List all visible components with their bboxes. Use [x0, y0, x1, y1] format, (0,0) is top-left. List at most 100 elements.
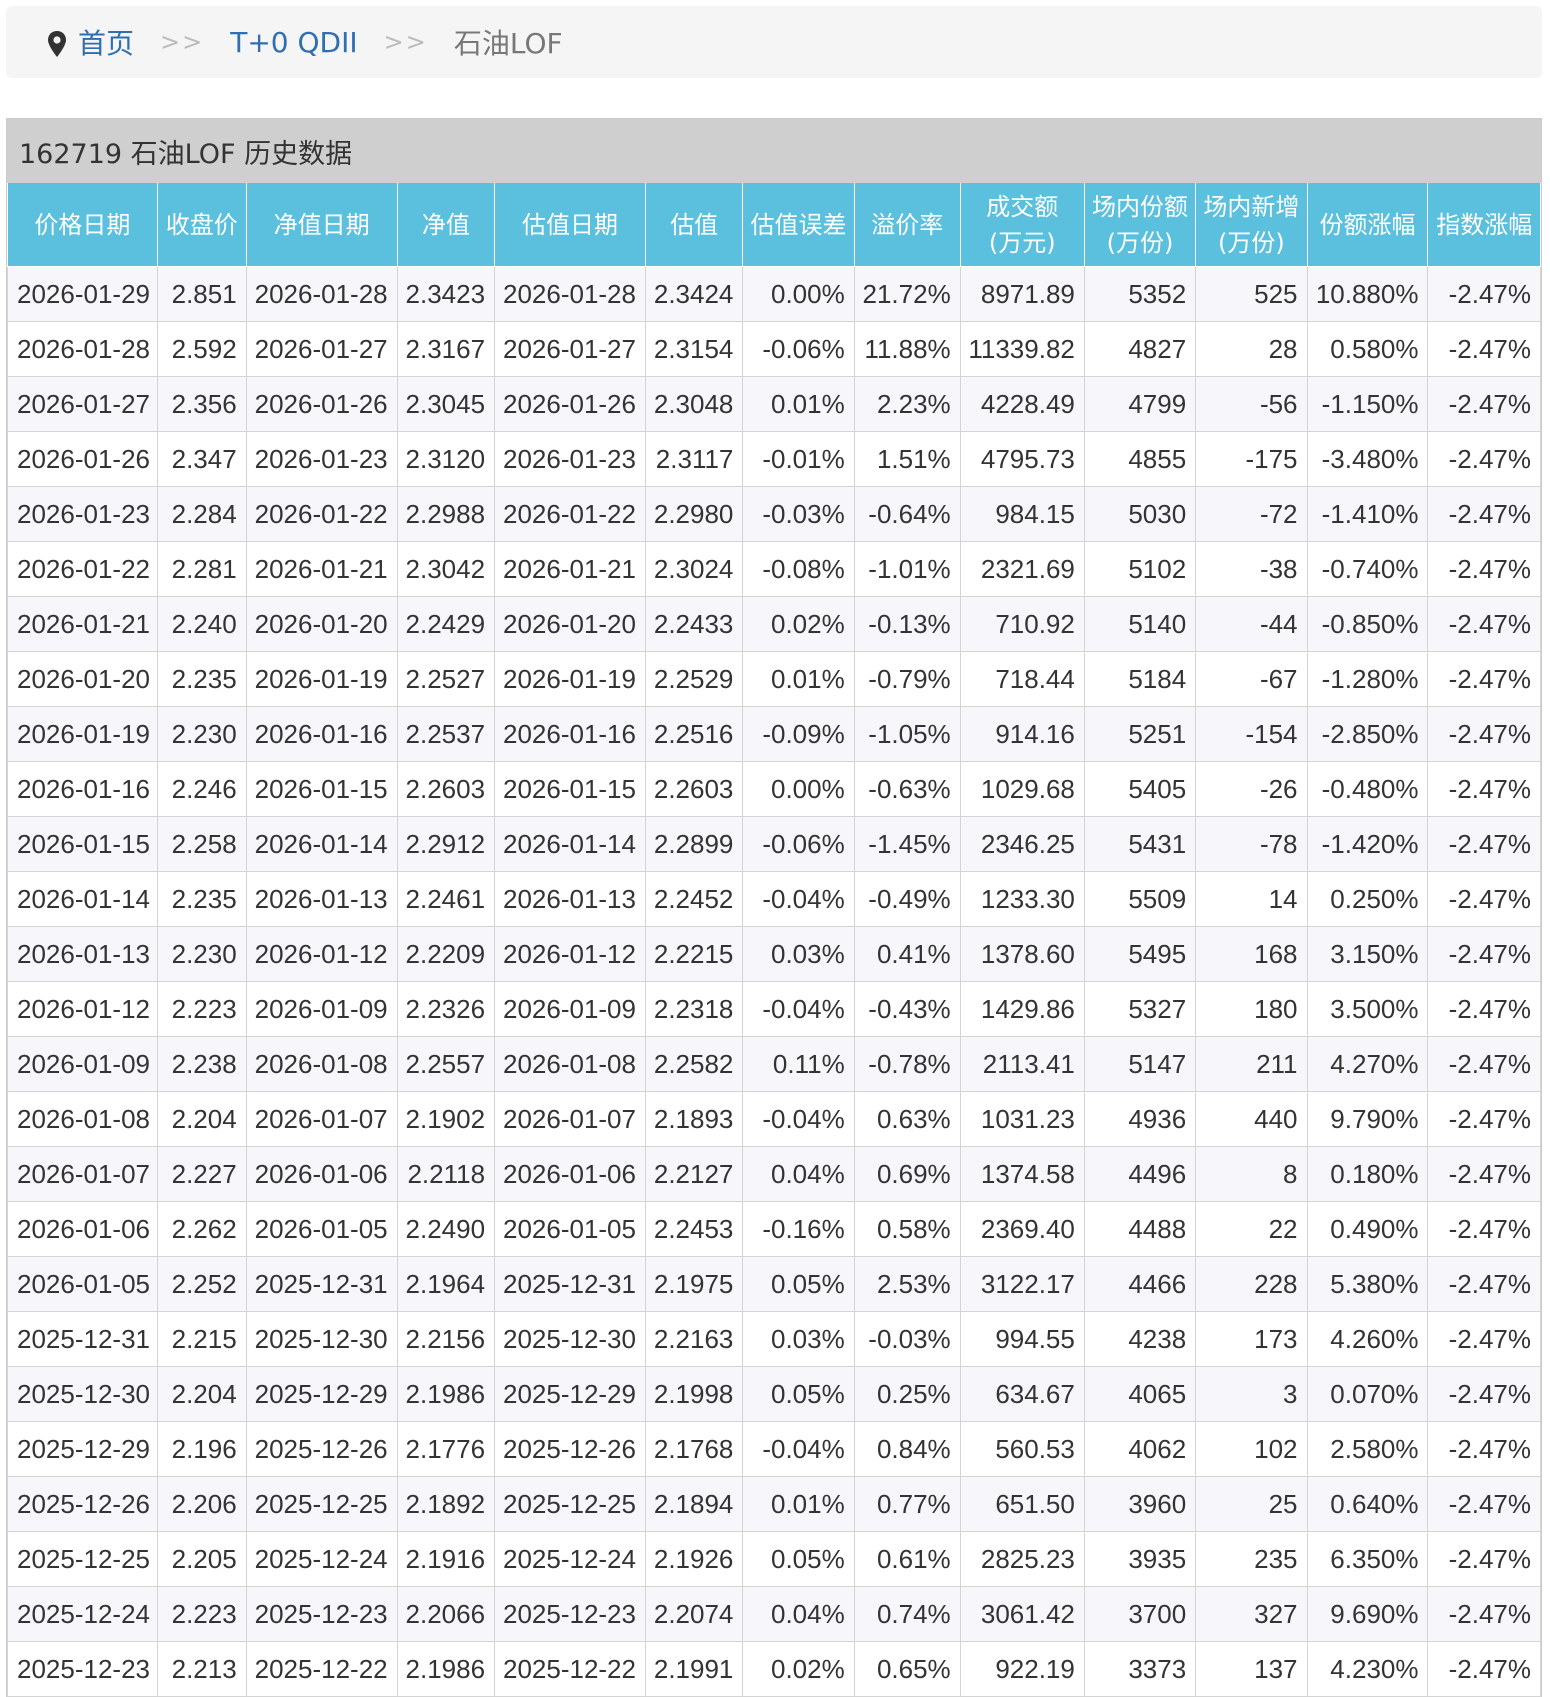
table-cell: 173	[1195, 1311, 1308, 1367]
table-cell: 2026-01-07	[7, 1146, 158, 1202]
table-cell: 0.490%	[1306, 1201, 1429, 1257]
table-cell: 5509	[1083, 871, 1197, 927]
table-cell: 2.204	[156, 1091, 247, 1147]
table-row: 2026-01-26 2.347 2026-01-23 2.3120 2026-01-2…	[7, 431, 1541, 487]
table-cell: 2.1776	[396, 1421, 496, 1477]
table-cell: 2026-01-13	[494, 871, 646, 927]
table-cell: -0.13%	[853, 596, 961, 652]
column-header: 份额涨幅	[1306, 183, 1429, 267]
table-cell: 0.02%	[742, 596, 855, 652]
table-row: 2026-01-05 2.252 2025-12-31 2.1964 2025-12-3…	[7, 1256, 1541, 1312]
table-cell: 2025-12-24	[245, 1531, 398, 1587]
table-cell: -0.78%	[853, 1036, 961, 1092]
table-cell: 2026-01-12	[245, 926, 398, 982]
column-header: 场内新增 (万份)	[1195, 183, 1308, 267]
table-cell: 2.2537	[396, 706, 496, 762]
table-cell: 8	[1195, 1146, 1308, 1202]
table-cell: -2.47%	[1427, 1641, 1541, 1697]
table-cell: 2.1986	[396, 1641, 496, 1697]
table-row: 2026-01-09 2.238 2026-01-08 2.2557 2026-01-0…	[7, 1036, 1541, 1092]
table-cell: -72	[1195, 486, 1308, 542]
table-cell: 2.284	[156, 486, 247, 542]
table-row: 2025-12-25 2.205 2025-12-24 2.1916 2025-12-2…	[7, 1531, 1541, 1587]
table-cell: 2026-01-09	[494, 981, 646, 1037]
table-cell: 2.205	[156, 1531, 247, 1587]
table-row: 2026-01-14 2.235 2026-01-13 2.2461 2026-01-1…	[7, 871, 1541, 927]
table-cell: 2026-01-28	[494, 266, 646, 322]
breadcrumb-home-link[interactable]: 首页	[78, 22, 134, 62]
breadcrumb-category-link[interactable]: T+0 QDII	[230, 26, 357, 59]
table-cell: 2025-12-26	[245, 1421, 398, 1477]
table-cell: 1378.60	[959, 926, 1085, 982]
table-cell: 0.65%	[853, 1641, 961, 1697]
table-cell: -1.280%	[1306, 651, 1429, 707]
table-cell: 2.1894	[644, 1476, 744, 1532]
table-row: 2026-01-19 2.230 2026-01-16 2.2537 2026-01-1…	[7, 706, 1541, 762]
table-cell: -2.47%	[1427, 761, 1541, 817]
table-cell: 2.580%	[1306, 1421, 1429, 1477]
table-cell: 2026-01-19	[7, 706, 158, 762]
table-cell: 2.2318	[644, 981, 744, 1037]
table-cell: -1.420%	[1306, 816, 1429, 872]
table-cell: 3122.17	[959, 1256, 1085, 1312]
table-cell: 5352	[1083, 266, 1197, 322]
table-cell: 2.2527	[396, 651, 496, 707]
table-cell: 2.2603	[396, 761, 496, 817]
history-panel: 162719 石油LOF 历史数据 价格日期 收盘价 净值日期 净值 估值日期 估值 估值误…	[6, 118, 1542, 1697]
column-header: 净值	[396, 183, 496, 267]
table-cell: 2026-01-16	[7, 761, 158, 817]
table-cell: 2026-01-14	[7, 871, 158, 927]
table-cell: 634.67	[959, 1366, 1085, 1422]
table-cell: 2026-01-23	[245, 431, 398, 487]
table-cell: 0.03%	[742, 1311, 855, 1367]
table-cell: 2.230	[156, 706, 247, 762]
table-cell: 2.23%	[853, 376, 961, 432]
table-cell: 2026-01-16	[494, 706, 646, 762]
table-cell: 2026-01-26	[7, 431, 158, 487]
table-cell: 6.350%	[1306, 1531, 1429, 1587]
table-cell: 0.84%	[853, 1421, 961, 1477]
table-cell: 2346.25	[959, 816, 1085, 872]
table-cell: 2.262	[156, 1201, 247, 1257]
table-cell: 2025-12-29	[7, 1421, 158, 1477]
table-cell: 4228.49	[959, 376, 1085, 432]
table-cell: 2026-01-06	[494, 1146, 646, 1202]
table-cell: 2.1975	[644, 1256, 744, 1312]
table-cell: 2026-01-06	[245, 1146, 398, 1202]
table-cell: -0.04%	[742, 981, 855, 1037]
table-cell: -2.47%	[1427, 651, 1541, 707]
table-cell: -2.47%	[1427, 816, 1541, 872]
table-cell: -2.47%	[1427, 926, 1541, 982]
table-cell: 2.3120	[396, 431, 496, 487]
table-cell: -0.08%	[742, 541, 855, 597]
table-cell: 560.53	[959, 1421, 1085, 1477]
table-cell: 2026-01-22	[7, 541, 158, 597]
table-cell: -0.16%	[742, 1201, 855, 1257]
table-cell: 2.2557	[396, 1036, 496, 1092]
table-cell: 2.1998	[644, 1366, 744, 1422]
table-cell: 2.2074	[644, 1586, 744, 1642]
table-cell: -2.47%	[1427, 376, 1541, 432]
table-cell: 2.3154	[644, 321, 744, 377]
table-row: 2026-01-08 2.204 2026-01-07 2.1902 2026-01-0…	[7, 1091, 1541, 1147]
table-cell: -78	[1195, 816, 1308, 872]
table-cell: -2.47%	[1427, 871, 1541, 927]
table-cell: 2.3024	[644, 541, 744, 597]
table-cell: 8971.89	[959, 266, 1085, 322]
table-row: 2026-01-27 2.356 2026-01-26 2.3045 2026-01-2…	[7, 376, 1541, 432]
table-cell: 2026-01-22	[245, 486, 398, 542]
table-cell: 525	[1195, 266, 1308, 322]
table-cell: 2025-12-25	[245, 1476, 398, 1532]
table-cell: -0.04%	[742, 871, 855, 927]
table-cell: 4238	[1083, 1311, 1197, 1367]
table-cell: 2026-01-12	[7, 981, 158, 1037]
table-cell: 4799	[1083, 376, 1197, 432]
table-cell: 2.851	[156, 266, 247, 322]
table-cell: 2026-01-15	[7, 816, 158, 872]
table-cell: 440	[1195, 1091, 1308, 1147]
table-cell: 994.55	[959, 1311, 1085, 1367]
table-cell: 9.690%	[1306, 1586, 1429, 1642]
table-cell: 2.206	[156, 1476, 247, 1532]
table-cell: 2026-01-13	[7, 926, 158, 982]
table-cell: 2.196	[156, 1421, 247, 1477]
